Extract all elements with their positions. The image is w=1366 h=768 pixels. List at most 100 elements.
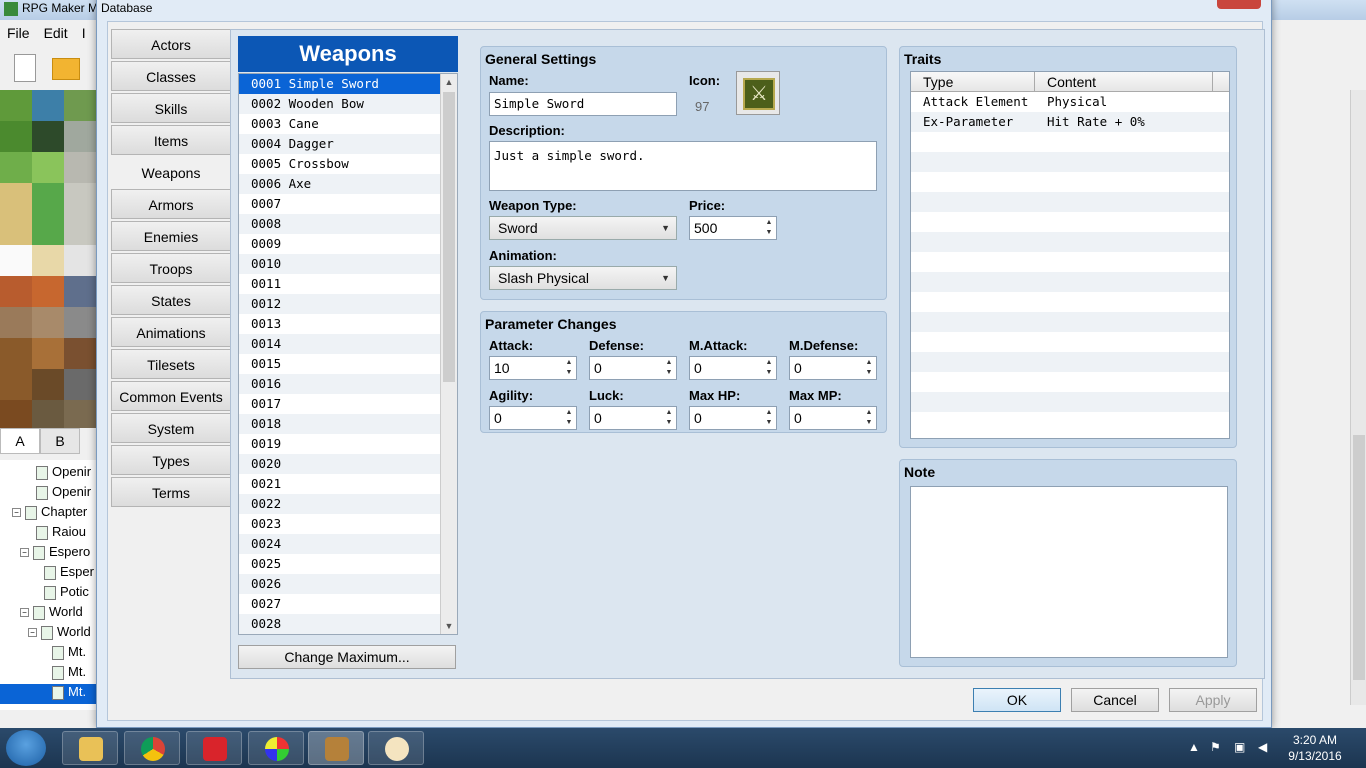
tile[interactable] (32, 369, 64, 401)
note-field[interactable] (910, 486, 1228, 658)
table-row[interactable] (911, 392, 1229, 412)
open-project-icon[interactable] (52, 58, 80, 80)
tree-item[interactable]: Mt. (0, 684, 96, 704)
spin-arrows-icon[interactable]: ▲ ▼ (764, 358, 774, 378)
scroll-thumb[interactable] (1353, 435, 1365, 680)
spin-arrows-icon[interactable]: ▲ ▼ (564, 408, 574, 428)
table-row[interactable] (911, 172, 1229, 192)
tile[interactable] (64, 214, 96, 246)
table-row[interactable]: Attack Element Physical (911, 92, 1229, 112)
tile[interactable] (64, 245, 96, 277)
tree-item[interactable]: Potic (0, 584, 96, 604)
tree-item[interactable]: Mt. (0, 644, 96, 664)
tile[interactable] (0, 90, 32, 122)
tree-item[interactable]: Esper (0, 564, 96, 584)
tileset-palette[interactable] (0, 90, 96, 432)
list-item[interactable]: 0022 (239, 494, 441, 514)
list-item[interactable]: 0019 (239, 434, 441, 454)
list-item[interactable]: 0012 (239, 294, 441, 314)
category-types[interactable]: Types (111, 445, 231, 475)
tile[interactable] (0, 307, 32, 339)
map-scrollbar[interactable] (1350, 90, 1366, 705)
spin-arrows-icon[interactable]: ▲ ▼ (864, 408, 874, 428)
traits-table[interactable]: Type Content Attack Element Physical Ex-Pa… (910, 71, 1230, 439)
weapon-list-scrollbar[interactable]: ▲ ▼ (440, 74, 457, 634)
tree-item[interactable]: − World (0, 604, 96, 624)
list-item[interactable]: 0023 (239, 514, 441, 534)
param-stepper[interactable]: 10 ▲ ▼ (489, 356, 577, 380)
weapon-type-select[interactable]: Sword ▼ (489, 216, 677, 240)
list-item[interactable]: 0010 (239, 254, 441, 274)
paint-button[interactable] (368, 731, 424, 765)
category-states[interactable]: States (111, 285, 231, 315)
cancel-button[interactable]: Cancel (1071, 688, 1159, 712)
list-item[interactable]: 0014 (239, 334, 441, 354)
param-stepper[interactable]: 0 ▲ ▼ (589, 356, 677, 380)
param-stepper[interactable]: 0 ▲ ▼ (489, 406, 577, 430)
scroll-up-icon[interactable]: ▲ (441, 74, 457, 90)
list-item[interactable]: 0018 (239, 414, 441, 434)
list-item[interactable]: 0008 (239, 214, 441, 234)
list-item[interactable]: 0006 Axe (239, 174, 441, 194)
tile[interactable] (32, 338, 64, 370)
list-item[interactable]: 0011 (239, 274, 441, 294)
category-terms[interactable]: Terms (111, 477, 231, 507)
change-maximum-button[interactable]: Change Maximum... (238, 645, 456, 669)
close-icon[interactable] (1217, 0, 1261, 9)
spin-arrows-icon[interactable]: ▲ ▼ (864, 358, 874, 378)
table-row[interactable] (911, 232, 1229, 252)
icon-picker[interactable]: ⚔ (736, 71, 780, 115)
menu-more[interactable]: I (75, 22, 93, 44)
tile[interactable] (32, 245, 64, 277)
tile[interactable] (64, 152, 96, 184)
spin-arrows-icon[interactable]: ▲ ▼ (764, 218, 774, 238)
table-row[interactable] (911, 372, 1229, 392)
collapse-icon[interactable]: − (20, 548, 29, 558)
tree-item[interactable]: Openir (0, 464, 96, 484)
spin-arrows-icon[interactable]: ▲ ▼ (664, 408, 674, 428)
table-row[interactable] (911, 152, 1229, 172)
tile[interactable] (32, 152, 64, 184)
tile[interactable] (64, 183, 96, 215)
tile[interactable] (0, 245, 32, 277)
table-row[interactable] (911, 352, 1229, 372)
list-item[interactable]: 0015 (239, 354, 441, 374)
category-tilesets[interactable]: Tilesets (111, 349, 231, 379)
list-item[interactable]: 0002 Wooden Bow (239, 94, 441, 114)
list-item[interactable]: 0005 Crossbow (239, 154, 441, 174)
tile[interactable] (32, 90, 64, 122)
category-weapons[interactable]: Weapons (111, 157, 231, 187)
tile[interactable] (0, 338, 32, 370)
tile[interactable] (64, 90, 96, 122)
table-row[interactable] (911, 192, 1229, 212)
tile[interactable] (32, 276, 64, 308)
rpg-maker-button[interactable] (308, 731, 364, 765)
list-item[interactable]: 0026 (239, 574, 441, 594)
table-row[interactable]: Ex-Parameter Hit Rate + 0% (911, 112, 1229, 132)
table-row[interactable] (911, 252, 1229, 272)
tree-item[interactable]: Mt. (0, 664, 96, 684)
table-row[interactable] (911, 332, 1229, 352)
tree-item[interactable]: Raiou (0, 524, 96, 544)
volume-icon[interactable]: ◀ (1258, 740, 1267, 754)
category-troops[interactable]: Troops (111, 253, 231, 283)
table-row[interactable] (911, 132, 1229, 152)
list-item[interactable]: 0003 Cane (239, 114, 441, 134)
tile[interactable] (0, 369, 32, 401)
category-enemies[interactable]: Enemies (111, 221, 231, 251)
list-item[interactable]: 0024 (239, 534, 441, 554)
list-item[interactable]: 0020 (239, 454, 441, 474)
param-stepper[interactable]: 0 ▲ ▼ (689, 406, 777, 430)
description-field[interactable]: Just a simple sword. (489, 141, 877, 191)
tree-item[interactable]: − World (0, 624, 96, 644)
tile[interactable] (0, 121, 32, 153)
show-hidden-icon[interactable]: ▲ (1188, 740, 1200, 754)
price-stepper[interactable]: 500 ▲ ▼ (689, 216, 777, 240)
tab-tileset-b[interactable]: B (40, 428, 80, 454)
tile[interactable] (32, 214, 64, 246)
menu-file[interactable]: File (0, 22, 37, 44)
category-system[interactable]: System (111, 413, 231, 443)
tile[interactable] (0, 183, 32, 215)
table-row[interactable] (911, 292, 1229, 312)
name-field[interactable]: Simple Sword (489, 92, 677, 116)
